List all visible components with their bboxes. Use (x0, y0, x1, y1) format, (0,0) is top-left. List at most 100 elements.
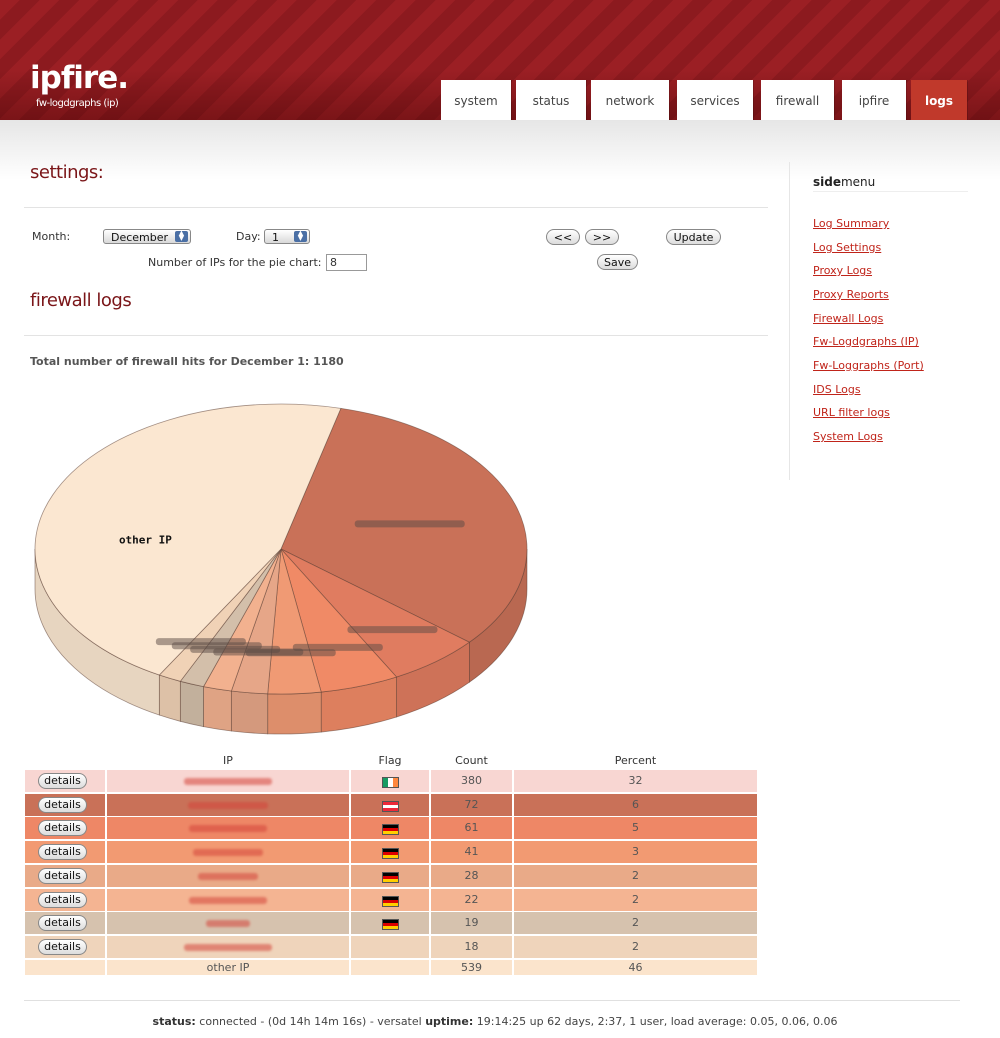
save-button[interactable]: Save (597, 254, 638, 270)
ip-cell (107, 864, 349, 887)
sidebar-item-log-summary[interactable]: Log Summary (813, 217, 889, 230)
status-value: connected - (0d 14h 14m 16s) - versatel (199, 1015, 422, 1028)
pie-count-input[interactable]: 8 (326, 254, 367, 271)
details-button[interactable]: details (38, 915, 87, 932)
col-header-ip: IP (223, 754, 233, 767)
sidebar-item-ids-logs[interactable]: IDS Logs (813, 383, 861, 396)
app-logo[interactable]: ipfire. (30, 60, 129, 96)
firewall-divider (24, 335, 768, 336)
sidebar-item-proxy-logs[interactable]: Proxy Logs (813, 264, 872, 277)
col-header-flag: Flag (378, 754, 402, 767)
page-subtitle: fw-logdgraphs (ip) (36, 98, 119, 109)
sidebar-item-system-logs[interactable]: System Logs (813, 430, 883, 443)
count-cell: 41 (431, 841, 512, 864)
tab-logs[interactable]: logs (911, 80, 967, 120)
details-cell: details (25, 817, 105, 840)
update-button[interactable]: Update (666, 229, 721, 245)
tab-status[interactable]: status (516, 80, 586, 120)
redacted-ip (189, 825, 267, 833)
pie-slice-side (230, 690, 269, 735)
details-button[interactable]: details (38, 844, 87, 861)
redacted-ip (206, 920, 250, 928)
tab-services[interactable]: services (677, 80, 753, 120)
ireland-flag-icon (382, 777, 399, 788)
tab-network[interactable]: network (591, 80, 669, 120)
details-button[interactable]: details (38, 938, 87, 955)
details-button[interactable]: details (38, 820, 87, 837)
flag-cell (351, 864, 429, 887)
details-cell: details (25, 793, 105, 816)
day-label: Day: (236, 230, 261, 243)
tab-system[interactable]: system (441, 80, 511, 120)
flag-cell (351, 935, 429, 958)
ip-cell: other IP (107, 959, 349, 975)
content-top-gradient (0, 120, 1000, 180)
germany-flag-icon (382, 895, 399, 907)
uptime-label: uptime: (425, 1015, 474, 1028)
firewall-hits-pie-chart: other IP (34, 403, 528, 735)
pie-redacted-label (155, 638, 246, 646)
details-cell: details (25, 935, 105, 958)
redacted-ip (189, 896, 267, 904)
sidebar-item-fw-logdgraphs-ip[interactable]: Fw-Logdgraphs (IP) (813, 335, 919, 348)
header-banner: ipfire. fw-logdgraphs (ip) system status… (0, 0, 1000, 120)
germany-flag-icon (382, 871, 399, 883)
sidebar-item-fw-loggraphs-port[interactable]: Fw-Loggraphs (Port) (813, 359, 924, 372)
pie-slice-label: other IP (119, 533, 172, 546)
flag-cell (351, 841, 429, 864)
sidebar-item-proxy-reports[interactable]: Proxy Reports (813, 288, 889, 301)
flag-cell (351, 793, 429, 816)
sidebar-item-firewall-logs[interactable]: Firewall Logs (813, 312, 883, 325)
status-footer: status: connected - (0d 14h 14m 16s) - v… (0, 1015, 990, 1028)
ip-value: other IP (206, 960, 250, 974)
redacted-ip (198, 872, 258, 880)
percent-cell: 6 (514, 793, 757, 816)
details-cell: details (25, 888, 105, 911)
details-button[interactable]: details (38, 773, 87, 789)
germany-flag-icon (382, 919, 399, 931)
month-label: Month: (32, 230, 71, 243)
sidebar-title-bold: side (813, 175, 841, 189)
month-select[interactable]: December ▲ ▼ (103, 229, 191, 244)
count-cell: 28 (431, 864, 512, 887)
germany-flag-icon (382, 824, 399, 836)
pie-slice-side (267, 691, 322, 735)
pie-slice-side (179, 680, 204, 728)
ip-cell (107, 770, 349, 792)
flag-cell (351, 888, 429, 911)
col-header-percent: Percent (614, 754, 657, 767)
details-button[interactable]: details (38, 867, 87, 884)
redacted-ip (184, 778, 272, 785)
col-header-count: Count (455, 754, 488, 767)
total-hits-text: Total number of firewall hits for Decemb… (30, 355, 344, 368)
details-button[interactable]: details (38, 891, 87, 908)
next-day-button[interactable]: >> (585, 229, 619, 245)
percent-cell: 2 (514, 888, 757, 911)
sidebar-divider (789, 162, 790, 480)
day-select-value: 1 (272, 231, 279, 244)
settings-title: settings: (30, 162, 104, 183)
germany-flag-icon (382, 848, 399, 860)
flag-cell (351, 817, 429, 840)
details-button[interactable]: details (38, 796, 87, 813)
count-cell: 61 (431, 817, 512, 840)
firewall-logs-title: firewall logs (30, 290, 132, 311)
prev-day-button[interactable]: << (546, 229, 580, 245)
count-cell: 72 (431, 793, 512, 816)
tab-firewall[interactable]: firewall (761, 80, 834, 120)
austria-flag-icon (382, 800, 399, 812)
details-cell: details (25, 912, 105, 935)
details-cell: details (25, 864, 105, 887)
details-cell (25, 959, 105, 975)
redacted-ip (193, 849, 263, 857)
flag-cell (351, 912, 429, 935)
ip-cell (107, 841, 349, 864)
sidebar-item-log-settings[interactable]: Log Settings (813, 241, 881, 254)
sidebar-item-url-filter-logs[interactable]: URL filter logs (813, 406, 890, 419)
tab-ipfire[interactable]: ipfire (842, 80, 906, 120)
ip-cell (107, 817, 349, 840)
sidebar-title: sidemenu (813, 175, 875, 189)
flag-cell (351, 770, 429, 792)
day-select[interactable]: 1 ▲ ▼ (264, 229, 310, 244)
ip-cell (107, 935, 349, 958)
